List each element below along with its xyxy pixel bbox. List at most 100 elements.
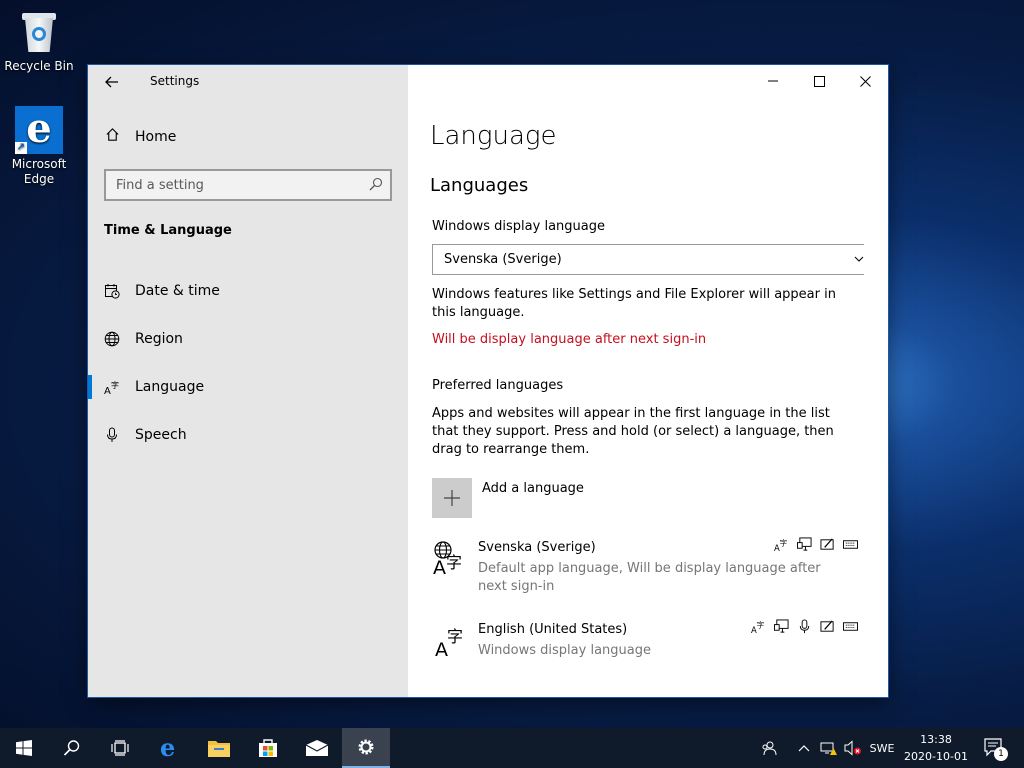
- taskbar-store[interactable]: [244, 728, 292, 768]
- settings-content: Language Languages Windows display langu…: [408, 65, 888, 697]
- language-item-english[interactable]: A 字 English (United States) Windows disp…: [432, 619, 872, 662]
- text-to-speech-feature-icon: [774, 619, 789, 634]
- globe-icon: [104, 331, 120, 347]
- language-subtitle: Windows display language: [478, 643, 651, 658]
- mail-icon: [305, 740, 329, 756]
- shortcut-arrow-icon: ↗: [15, 142, 27, 154]
- display-language-feature-icon: A字: [751, 619, 766, 634]
- people-button[interactable]: [757, 728, 781, 768]
- clock[interactable]: 13:38 2020-10-01: [900, 731, 972, 765]
- back-arrow-icon: [105, 76, 118, 88]
- close-button[interactable]: [842, 65, 888, 97]
- speech-feature-icon: [797, 619, 812, 634]
- sidebar-item-label: Language: [135, 379, 205, 395]
- section-title: Languages: [430, 175, 529, 196]
- svg-text:字: 字: [446, 553, 462, 572]
- people-icon: [762, 741, 777, 756]
- language-subtitle: Default app language, Will be display la…: [478, 561, 821, 594]
- add-language-button[interactable]: Add a language: [432, 478, 584, 518]
- minimize-button[interactable]: [750, 65, 796, 97]
- sidebar-nav: Date & time Region A字 Language Speech: [88, 267, 408, 459]
- desktop-icon-recycle-bin[interactable]: Recycle Bin: [1, 8, 77, 74]
- back-button[interactable]: [100, 70, 124, 94]
- page-title: Language: [430, 121, 557, 151]
- plus-icon: [432, 478, 472, 518]
- desktop-icon-label: Microsoft Edge: [11, 157, 67, 186]
- edge-icon: e: [160, 737, 175, 759]
- taskbar-settings[interactable]: [342, 728, 390, 768]
- display-language-note: Windows features like Settings and File …: [432, 287, 836, 320]
- taskbar: e SWE 13:38 2020-10-01 1: [0, 728, 1024, 768]
- start-button[interactable]: [0, 728, 48, 768]
- taskbar-edge[interactable]: e: [146, 728, 194, 768]
- display-language-label: Windows display language: [432, 219, 605, 234]
- window-title: Settings: [150, 74, 200, 88]
- svg-text:e: e: [160, 737, 175, 759]
- action-center-button[interactable]: 1: [978, 728, 1012, 768]
- recycle-bin-icon: [19, 8, 59, 56]
- input-language-indicator[interactable]: SWE: [866, 728, 898, 768]
- store-icon: [259, 739, 277, 757]
- search-box: [104, 169, 392, 201]
- sidebar-item-home[interactable]: Home: [104, 127, 176, 146]
- display-language-feature-icon: A字: [774, 537, 789, 552]
- language-item-svenska[interactable]: A 字 Svenska (Sverige) Default app langua…: [432, 537, 872, 600]
- chevron-up-icon: [798, 745, 810, 752]
- sidebar-item-label: Home: [135, 128, 177, 145]
- keyboard-feature-icon: [843, 619, 858, 634]
- display-language-dropdown[interactable]: Svenska (Sverige): [432, 244, 864, 275]
- search-icon[interactable]: [368, 176, 384, 192]
- task-view-icon: [111, 740, 129, 756]
- sidebar-item-speech[interactable]: Speech: [88, 411, 408, 459]
- volume-button[interactable]: [842, 728, 864, 768]
- dropdown-selected-value: Svenska (Sverige): [444, 252, 562, 267]
- taskbar-file-explorer[interactable]: [195, 728, 243, 768]
- clock-date: 2020-10-01: [904, 750, 968, 763]
- maximize-button[interactable]: [796, 65, 842, 97]
- language-globe-icon: A 字: [433, 541, 462, 576]
- svg-text:字: 字: [447, 627, 463, 646]
- language-name: English (United States): [478, 622, 628, 637]
- svg-text:字: 字: [780, 537, 788, 547]
- task-view-button[interactable]: [96, 728, 144, 768]
- language-icon: A字: [104, 379, 120, 395]
- sidebar-item-label: Region: [135, 331, 183, 347]
- handwriting-feature-icon: [820, 619, 835, 634]
- home-icon: [104, 127, 120, 146]
- sidebar-item-date-time[interactable]: Date & time: [88, 267, 408, 315]
- handwriting-feature-icon: [820, 537, 835, 552]
- close-icon: [859, 75, 871, 87]
- windows-logo-icon: [16, 740, 32, 756]
- show-hidden-icons-button[interactable]: [795, 728, 813, 768]
- settings-window: Settings Home Time & Language Date & tim…: [88, 65, 888, 697]
- clock-time: 13:38: [920, 733, 952, 746]
- svg-text:字: 字: [111, 380, 119, 390]
- sidebar-item-region[interactable]: Region: [88, 315, 408, 363]
- language-name: Svenska (Sverige): [478, 540, 596, 555]
- volume-muted-icon: [844, 740, 861, 756]
- minimize-icon: [768, 80, 778, 82]
- preferred-languages-description: Apps and websites will appear in the fir…: [432, 406, 834, 457]
- search-button[interactable]: [48, 728, 96, 768]
- language-features: A字: [751, 619, 858, 634]
- preferred-languages-label: Preferred languages: [432, 378, 564, 393]
- folder-icon: [208, 741, 230, 757]
- notification-count-badge: 1: [994, 747, 1008, 761]
- taskbar-mail[interactable]: [293, 728, 341, 768]
- language-icon: A 字: [435, 627, 463, 658]
- network-warning-icon: [820, 742, 837, 755]
- network-button[interactable]: [818, 728, 840, 768]
- maximize-icon: [813, 75, 825, 87]
- search-icon: [63, 740, 80, 756]
- svg-text:字: 字: [757, 619, 765, 629]
- keyboard-feature-icon: [843, 537, 858, 552]
- svg-text:A: A: [433, 557, 446, 576]
- desktop-icon-microsoft-edge[interactable]: e ↗ Microsoft Edge: [1, 106, 77, 187]
- svg-text:A: A: [104, 386, 111, 395]
- gear-icon: [358, 739, 374, 755]
- language-features: A字: [774, 537, 858, 552]
- sidebar-item-language[interactable]: A字 Language: [88, 363, 408, 411]
- sidebar-item-label: Date & time: [135, 283, 220, 299]
- search-input[interactable]: [106, 171, 356, 199]
- settings-sidebar: Settings Home Time & Language Date & tim…: [88, 65, 408, 697]
